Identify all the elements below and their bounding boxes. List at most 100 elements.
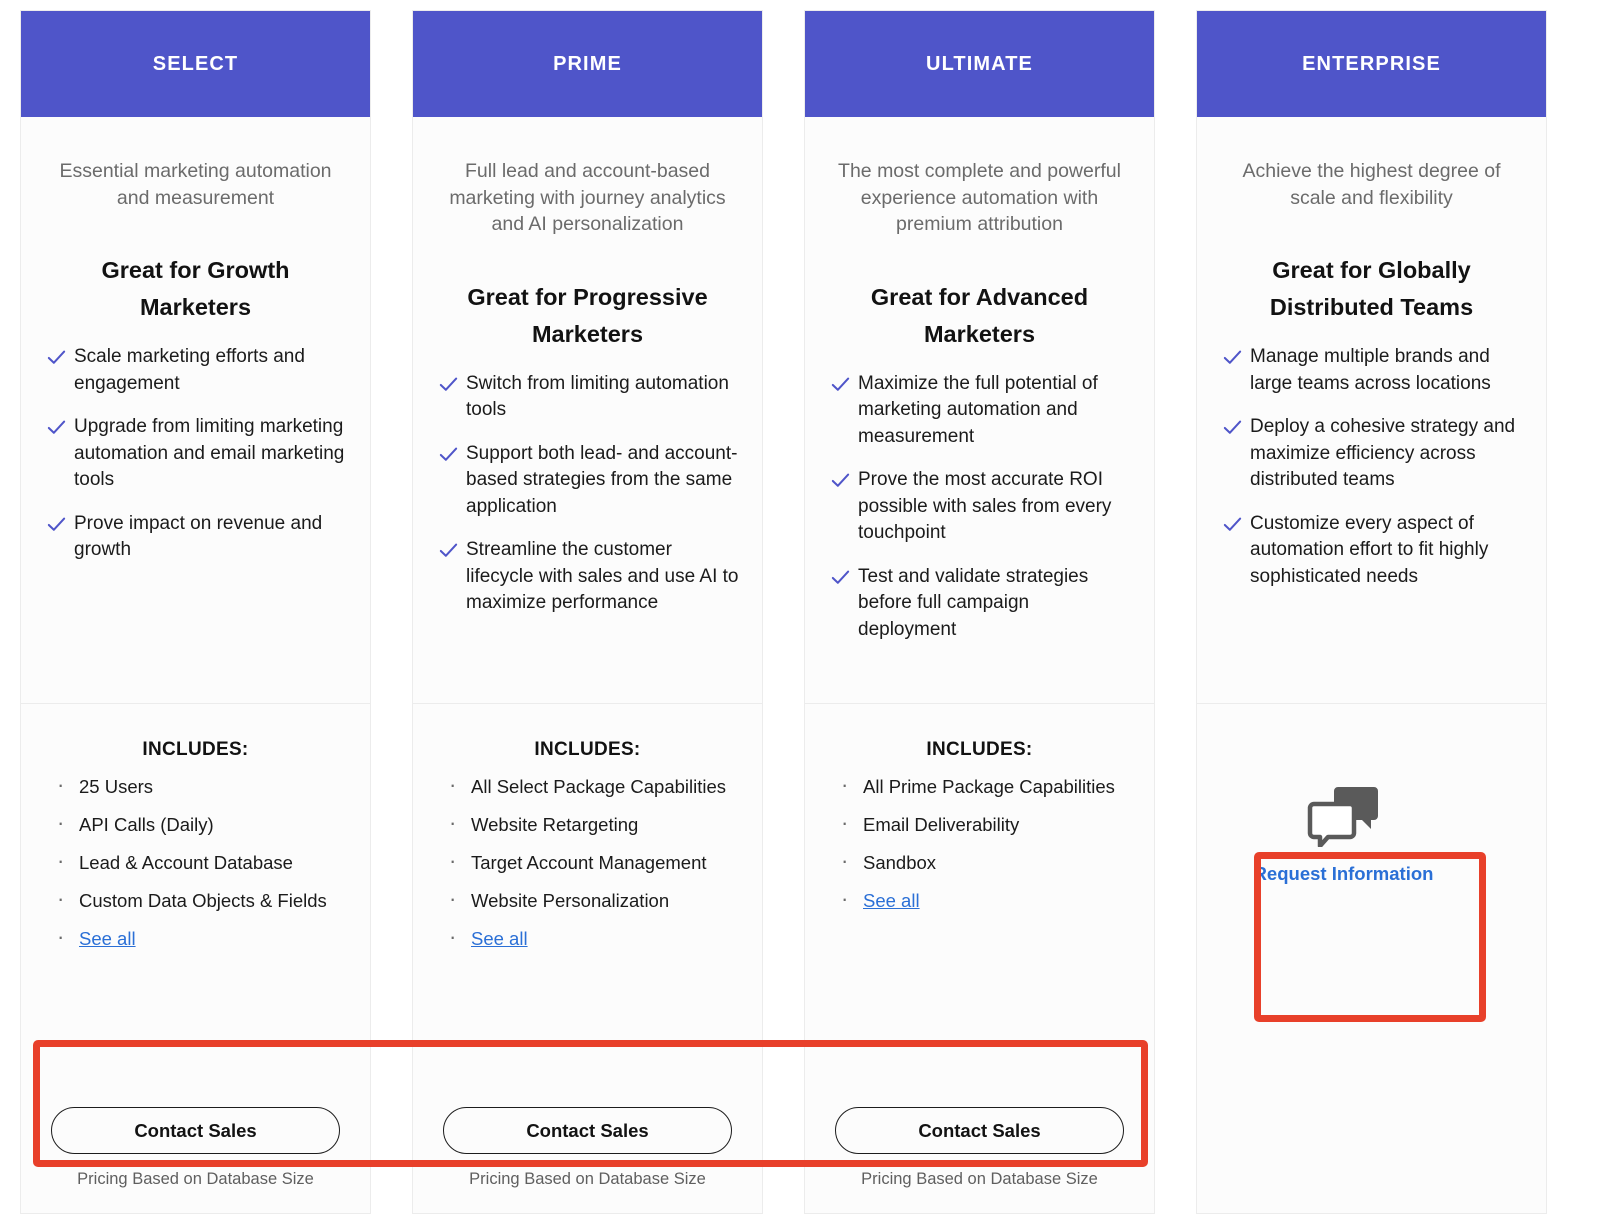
- plan-card-grid: SELECT Essential marketing automation an…: [20, 10, 1580, 1214]
- plan-benefits-enterprise: Manage multiple brands and large teams a…: [1219, 344, 1524, 607]
- plan-foot-ultimate: INCLUDES: All Prime Package Capabilities…: [805, 704, 1154, 1213]
- includes-item: API Calls (Daily): [57, 811, 348, 837]
- plan-header-prime: PRIME: [413, 11, 762, 117]
- includes-list-select: 25 Users API Calls (Daily) Lead & Accoun…: [43, 773, 348, 965]
- benefit-text: Streamline the customer lifecycle with s…: [466, 539, 739, 613]
- price-note-ultimate: Pricing Based on Database Size: [861, 1170, 1098, 1188]
- benefit-item: Maximize the full potential of marketing…: [827, 371, 1132, 451]
- plan-foot-enterprise: Request Information: [1197, 704, 1546, 1213]
- plan-name-enterprise: ENTERPRISE: [1302, 52, 1441, 75]
- plan-tagline-select: Essential marketing automation and measu…: [59, 160, 332, 209]
- contact-sales-button-prime[interactable]: Contact Sales: [443, 1107, 732, 1154]
- plan-name-ultimate: ULTIMATE: [926, 52, 1033, 75]
- plan-headline-select: Great for Growth Marketers: [101, 257, 290, 320]
- plan-card-select[interactable]: SELECT Essential marketing automation an…: [20, 10, 371, 1214]
- plan-body-ultimate: The most complete and powerful experienc…: [805, 117, 1154, 704]
- includes-item: All Select Package Capabilities: [449, 773, 740, 799]
- pricing-plans-page: SELECT Essential marketing automation an…: [0, 0, 1600, 1224]
- check-icon: [439, 447, 458, 461]
- benefit-text: Prove impact on revenue and growth: [74, 512, 323, 561]
- check-icon: [439, 543, 458, 557]
- plan-tagline-prime: Full lead and account-based marketing wi…: [449, 160, 726, 235]
- see-all-link-select[interactable]: See all: [79, 928, 136, 949]
- includes-list-ultimate: All Prime Package Capabilities Email Del…: [827, 773, 1132, 927]
- benefit-text: Scale marketing efforts and engagement: [74, 346, 305, 394]
- chat-bubbles-icon: [1307, 787, 1378, 847]
- check-icon: [1223, 350, 1242, 364]
- request-information-block[interactable]: Request Information: [1229, 750, 1458, 920]
- includes-item: Website Retargeting: [449, 811, 740, 837]
- includes-label: INCLUDES:: [534, 739, 641, 760]
- benefit-item: Deploy a cohesive strategy and maximize …: [1219, 414, 1524, 494]
- plan-headline-prime: Great for Progressive Marketers: [467, 283, 708, 347]
- contact-sales-button-select[interactable]: Contact Sales: [51, 1107, 340, 1154]
- includes-label: INCLUDES:: [142, 739, 249, 760]
- check-icon: [47, 517, 66, 531]
- benefit-item: Manage multiple brands and large teams a…: [1219, 344, 1524, 397]
- benefit-text: Customize every aspect of automation eff…: [1250, 512, 1489, 587]
- includes-item: Website Personalization: [449, 887, 740, 913]
- includes-item: Custom Data Objects & Fields: [57, 887, 348, 913]
- check-icon: [439, 377, 458, 391]
- check-icon: [47, 420, 66, 434]
- benefit-text: Test and validate strategies before full…: [858, 565, 1089, 640]
- includes-item-see-all: See all: [449, 925, 740, 951]
- plan-card-enterprise[interactable]: ENTERPRISE Achieve the highest degree of…: [1196, 10, 1547, 1214]
- benefit-text: Upgrade from limiting marketing automati…: [74, 416, 345, 490]
- plan-foot-select: INCLUDES: 25 Users API Calls (Daily) Lea…: [21, 704, 370, 1213]
- check-icon: [1223, 420, 1242, 434]
- plan-tagline-enterprise: Achieve the highest degree of scale and …: [1242, 160, 1501, 209]
- benefit-item: Upgrade from limiting marketing automati…: [43, 414, 348, 494]
- cta-area-prime: Contact Sales Pricing Based on Database …: [435, 1107, 740, 1213]
- cta-area-select: Contact Sales Pricing Based on Database …: [43, 1107, 348, 1213]
- benefit-item: Prove impact on revenue and growth: [43, 511, 348, 564]
- plan-header-ultimate: ULTIMATE: [805, 11, 1154, 117]
- plan-card-ultimate[interactable]: ULTIMATE The most complete and powerful …: [804, 10, 1155, 1214]
- cta-area-ultimate: Contact Sales Pricing Based on Database …: [827, 1107, 1132, 1213]
- includes-item: All Prime Package Capabilities: [841, 773, 1132, 799]
- benefit-item: Test and validate strategies before full…: [827, 564, 1132, 644]
- request-information-label: Request Information: [1253, 863, 1434, 884]
- benefit-item: Switch from limiting automation tools: [435, 371, 740, 424]
- benefit-item: Scale marketing efforts and engagement: [43, 344, 348, 397]
- benefit-text: Maximize the full potential of marketing…: [858, 372, 1098, 447]
- check-icon: [831, 377, 850, 391]
- plan-tagline-ultimate: The most complete and powerful experienc…: [838, 160, 1121, 235]
- check-icon: [47, 350, 66, 364]
- includes-item: Email Deliverability: [841, 811, 1132, 837]
- see-all-link-prime[interactable]: See all: [471, 928, 528, 949]
- benefit-item: Streamline the customer lifecycle with s…: [435, 537, 740, 617]
- benefit-item: Customize every aspect of automation eff…: [1219, 511, 1524, 591]
- includes-item: 25 Users: [57, 773, 348, 799]
- check-icon: [831, 570, 850, 584]
- price-note-select: Pricing Based on Database Size: [77, 1170, 314, 1188]
- plan-benefits-select: Scale marketing efforts and engagement U…: [43, 344, 348, 581]
- benefit-text: Deploy a cohesive strategy and maximize …: [1250, 416, 1516, 490]
- plan-body-select: Essential marketing automation and measu…: [21, 117, 370, 704]
- plan-header-select: SELECT: [21, 11, 370, 117]
- plan-benefits-prime: Switch from limiting automation tools Su…: [435, 371, 740, 634]
- contact-sales-button-ultimate[interactable]: Contact Sales: [835, 1107, 1124, 1154]
- benefit-item: Prove the most accurate ROI possible wit…: [827, 467, 1132, 547]
- includes-list-prime: All Select Package Capabilities Website …: [435, 773, 740, 965]
- plan-body-enterprise: Achieve the highest degree of scale and …: [1197, 117, 1546, 704]
- includes-item-see-all: See all: [841, 887, 1132, 913]
- plan-foot-prime: INCLUDES: All Select Package Capabilitie…: [413, 704, 762, 1213]
- plan-name-prime: PRIME: [553, 52, 622, 75]
- includes-label: INCLUDES:: [926, 739, 1033, 760]
- plan-benefits-ultimate: Maximize the full potential of marketing…: [827, 371, 1132, 661]
- plan-body-prime: Full lead and account-based marketing wi…: [413, 117, 762, 704]
- plan-headline-enterprise: Great for Globally Distributed Teams: [1269, 257, 1474, 320]
- includes-item: Sandbox: [841, 849, 1132, 875]
- includes-item: Target Account Management: [449, 849, 740, 875]
- plan-card-prime[interactable]: PRIME Full lead and account-based market…: [412, 10, 763, 1214]
- plan-headline-ultimate: Great for Advanced Marketers: [870, 283, 1089, 347]
- includes-item-see-all: See all: [57, 925, 348, 951]
- benefit-text: Support both lead- and account-based str…: [466, 442, 738, 517]
- benefit-text: Manage multiple brands and large teams a…: [1250, 346, 1491, 394]
- see-all-link-ultimate[interactable]: See all: [863, 890, 920, 911]
- plan-name-select: SELECT: [152, 52, 239, 75]
- plan-header-enterprise: ENTERPRISE: [1197, 11, 1546, 117]
- includes-item: Lead & Account Database: [57, 849, 348, 875]
- benefit-item: Support both lead- and account-based str…: [435, 441, 740, 521]
